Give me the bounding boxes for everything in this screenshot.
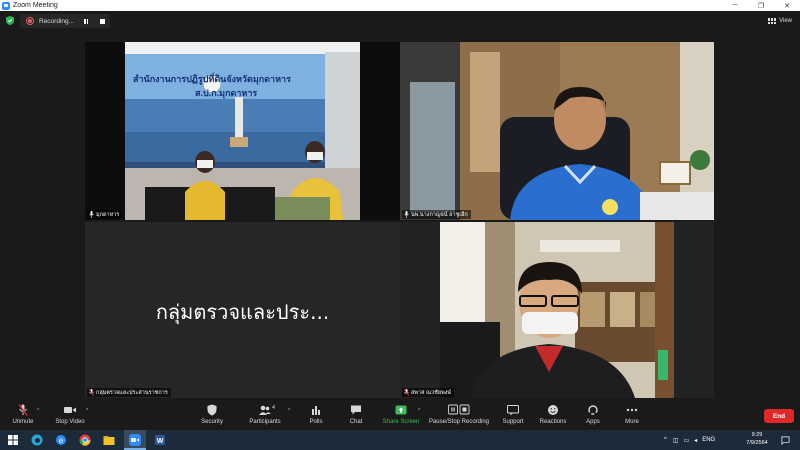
participant-name-label: สพาส ณวชัยพงษ์ — [402, 388, 455, 397]
share-screen-icon — [395, 405, 407, 415]
shield-icon[interactable] — [6, 16, 14, 25]
video-tile-participant-3[interactable]: กลุ่มตรวจและประ... กลุ่มตรวจและประสานราช… — [85, 222, 400, 398]
participants-button[interactable]: Participants — [247, 404, 283, 425]
file-explorer-icon[interactable] — [102, 433, 116, 447]
share-options-caret[interactable]: ^ — [418, 408, 420, 414]
banner-text-line1: สำนักงานการปฏิรูปที่ดินจังหวัดมุกดาหาร — [133, 74, 291, 84]
system-tray: ^ ◫ ▭ ◂ ENG — [664, 430, 723, 450]
security-label: Security — [201, 419, 223, 425]
meeting-topbar — [0, 11, 800, 31]
bar-chart-icon — [312, 406, 320, 415]
mic-icon — [89, 211, 94, 218]
audio-options-caret[interactable]: ^ — [37, 408, 39, 414]
reactions-label: Reactions — [539, 419, 567, 425]
participant-name-label: นพ.นางกาญจน์ ลาชูเอีก — [402, 210, 471, 219]
pause-stop-icon — [448, 404, 470, 415]
display-icon[interactable]: ▭ — [684, 437, 690, 444]
chat-button[interactable]: Chat — [345, 404, 367, 425]
video-tile-mukdahan[interactable]: สำนักงานการปฏิรูปที่ดินจังหวัดมุกดาหาร ส… — [85, 42, 400, 220]
participants-label: Participants — [249, 419, 281, 425]
mic-muted-icon — [89, 389, 94, 396]
stop-video-label: Stop Video — [55, 419, 85, 425]
clock-time: 9:29 — [751, 432, 763, 438]
end-meeting-button[interactable]: End — [764, 409, 794, 423]
mic-muted-icon — [18, 404, 28, 416]
word-icon[interactable]: W — [153, 433, 167, 447]
video-feed-man-mask — [400, 222, 714, 398]
video-camera-icon — [64, 407, 76, 413]
polls-label: Polls — [309, 419, 323, 425]
internet-explorer-icon[interactable]: e — [54, 433, 68, 447]
zoom-icon — [129, 434, 141, 446]
svg-text:W: W — [157, 438, 164, 445]
video-feed-office — [85, 42, 400, 220]
chat-bubble-icon — [351, 405, 361, 415]
participants-options-caret[interactable]: ^ — [288, 408, 290, 414]
more-dots-icon — [626, 408, 638, 412]
pause-stop-recording-button[interactable]: Pause/Stop Recording — [428, 404, 490, 425]
network-icon[interactable]: ◫ — [673, 437, 679, 444]
unmute-button[interactable]: Unmute — [10, 404, 36, 425]
mic-muted-icon — [404, 389, 409, 396]
support-label: Support — [502, 419, 524, 425]
shield-icon — [207, 404, 217, 416]
support-button[interactable]: Support — [500, 404, 526, 425]
smiley-icon — [548, 405, 558, 415]
stop-recording-button[interactable] — [97, 16, 107, 26]
security-button[interactable]: Security — [199, 404, 225, 425]
more-label: More — [625, 419, 639, 425]
apps-label: Apps — [586, 419, 600, 425]
windows-start-icon[interactable] — [6, 433, 20, 447]
participant-name-label: กลุ่มตรวจและประสานราชการ — [87, 388, 171, 397]
video-tile-participant-2[interactable]: นพ.นางกาญจน์ ลาชูเอีก — [400, 42, 714, 220]
window-titlebar: Zoom Meeting ─ ❐ ✕ — [0, 0, 800, 11]
participant-name-label: มุกดาหาร — [87, 210, 123, 219]
close-button[interactable]: ✕ — [774, 0, 800, 11]
pause-recording-button[interactable] — [81, 16, 91, 26]
recording-label: Recording... — [39, 17, 75, 25]
apps-button[interactable]: Apps — [582, 404, 604, 425]
banner-text-line2: ส.ป.ก.มุกดาหาร — [195, 88, 258, 98]
language-indicator[interactable]: ENG — [702, 437, 715, 443]
pause-stop-recording-label: Pause/Stop Recording — [428, 419, 490, 425]
clock[interactable]: 9:29 7/9/2564 — [740, 431, 774, 447]
zoom-app-icon — [2, 1, 10, 10]
participant-display-name: กลุ่มตรวจและประ... — [155, 300, 330, 324]
apps-icon — [588, 405, 598, 415]
video-tile-participant-4[interactable]: สพาส ณวชัยพงษ์ — [400, 222, 714, 398]
support-icon — [507, 405, 519, 416]
more-button[interactable]: More — [621, 404, 643, 425]
chrome-icon[interactable] — [78, 433, 92, 447]
recording-dot-icon — [26, 17, 34, 25]
stop-video-button[interactable]: Stop Video — [53, 404, 87, 425]
recording-indicator: Recording... — [20, 14, 110, 28]
window-title: Zoom Meeting — [13, 2, 58, 9]
svg-text:e: e — [59, 436, 64, 445]
edge-browser-icon[interactable] — [30, 433, 44, 447]
video-options-caret[interactable]: ^ — [86, 408, 88, 414]
share-screen-label: Share Screen — [382, 419, 420, 425]
speaker-icon[interactable]: ◂ — [694, 437, 697, 444]
view-button[interactable]: View — [768, 16, 792, 26]
mic-icon — [404, 211, 409, 218]
zoom-taskbar-item[interactable] — [124, 430, 146, 450]
view-label: View — [779, 18, 792, 24]
notification-icon[interactable] — [781, 436, 790, 445]
grid-view-icon — [768, 18, 777, 24]
clock-date: 7/9/2564 — [746, 440, 768, 446]
video-feed-man-blue-shirt — [400, 42, 714, 220]
unmute-label: Unmute — [12, 419, 34, 425]
polls-button[interactable]: Polls — [305, 404, 327, 425]
participants-icon — [259, 405, 271, 415]
chat-label: Chat — [349, 419, 363, 425]
minimize-button[interactable]: ─ — [722, 0, 748, 11]
maximize-button[interactable]: ❐ — [748, 0, 774, 11]
tray-chevron-icon[interactable]: ^ — [664, 437, 667, 443]
reactions-button[interactable]: Reactions — [538, 404, 568, 425]
participants-count: 4 — [272, 405, 276, 411]
share-screen-button[interactable]: Share Screen — [382, 404, 420, 425]
